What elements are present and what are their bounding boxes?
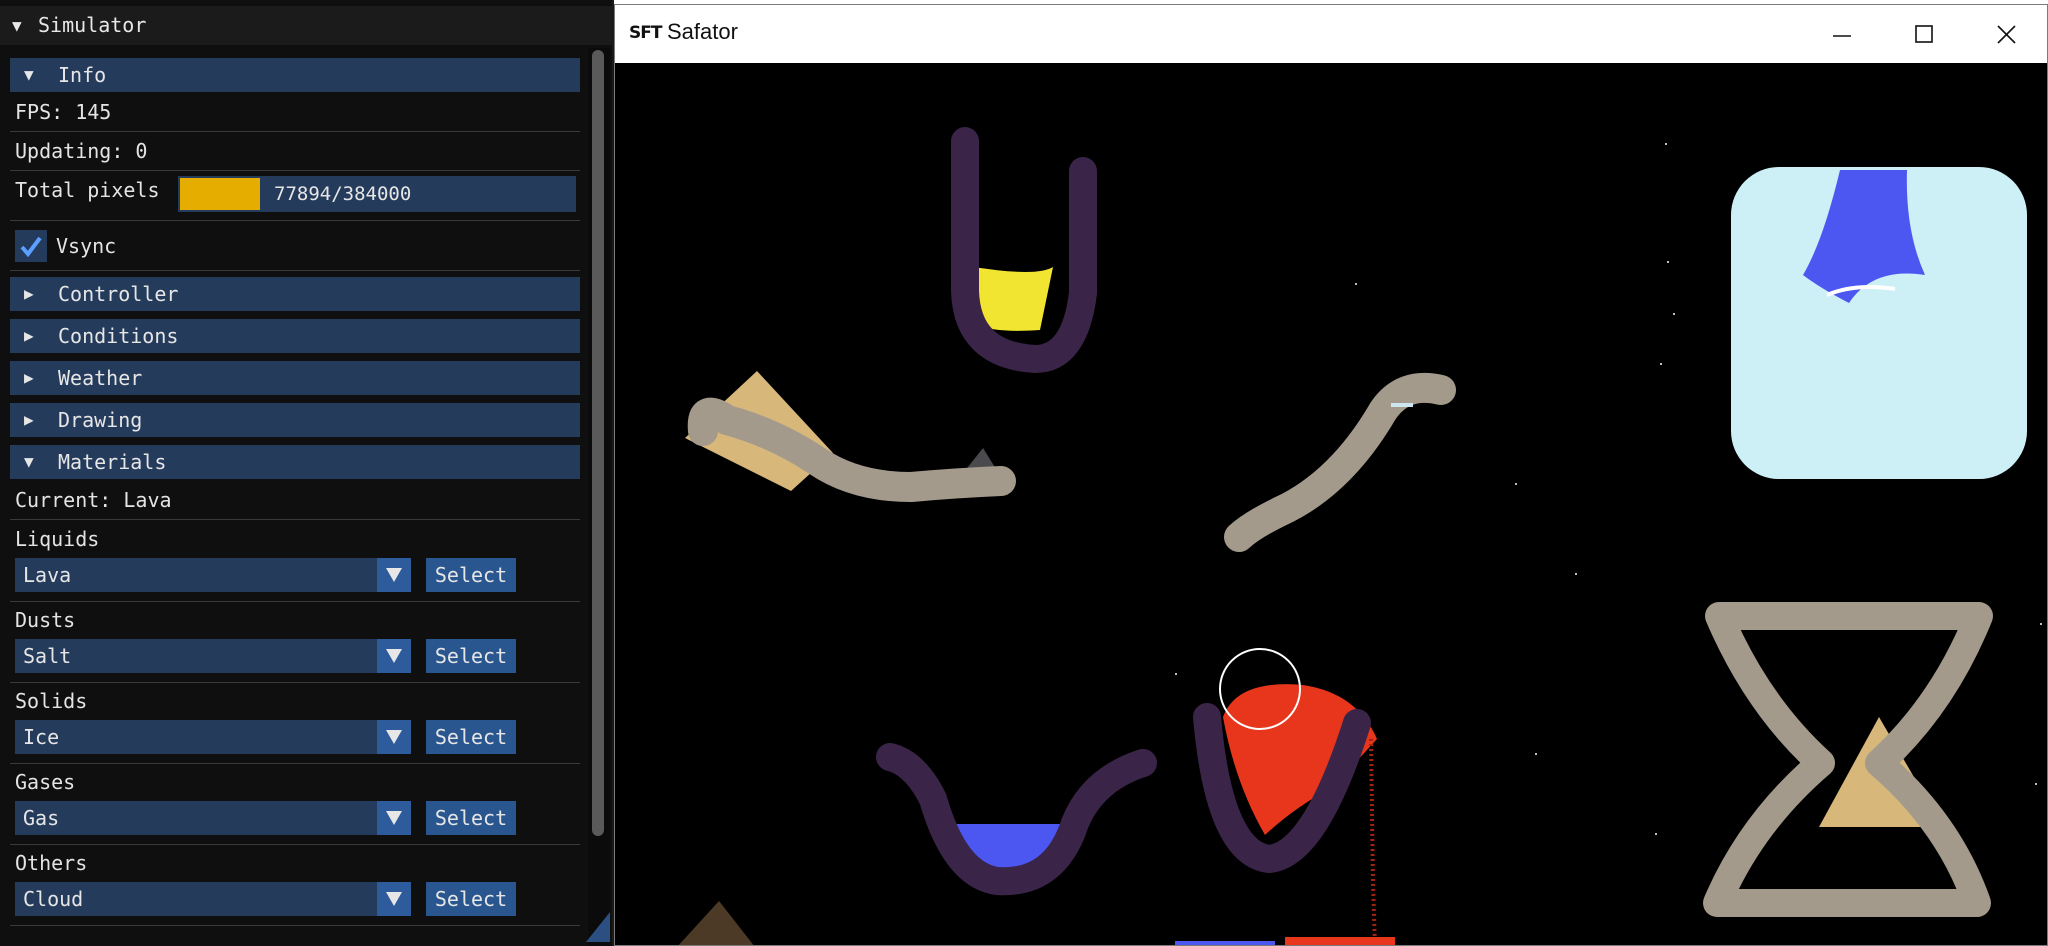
panel-title-bar[interactable]: ▼ Simulator (0, 6, 612, 45)
divider (10, 763, 580, 764)
section-header-label: Drawing (58, 408, 143, 432)
fps-text: FPS: 145 (15, 100, 112, 124)
gases-select-button[interactable]: Select (426, 801, 516, 835)
current-material-text: Current: Lava (15, 488, 172, 512)
dusts-dropdown-value: Salt (23, 644, 72, 668)
section-header-info[interactable]: ▼ Info (10, 58, 580, 92)
section-header-materials[interactable]: ▼ Materials (10, 445, 580, 479)
total-pixels-label: Total pixels (15, 178, 160, 202)
vsync-checkbox[interactable] (15, 230, 47, 262)
ice-speck (1391, 403, 1413, 407)
vsync-label: Vsync (56, 234, 117, 258)
app-logo-icon: SFT (629, 23, 662, 43)
expanded-arrow-icon: ▼ (24, 452, 34, 471)
resize-grip-icon[interactable] (586, 912, 610, 942)
safator-window: SFT Safator (614, 4, 2048, 946)
close-icon (1997, 25, 2016, 44)
divider (10, 844, 580, 845)
progress-fill (180, 178, 260, 210)
divider (10, 170, 580, 171)
others-label: Others (15, 851, 88, 875)
dusts-dropdown[interactable]: Salt (15, 639, 411, 673)
water-floor (1175, 941, 1275, 945)
collapsed-arrow-icon: ▶ (24, 368, 34, 387)
others-dropdown-value: Cloud (23, 887, 84, 911)
divider (10, 519, 580, 520)
maximize-button[interactable] (1883, 5, 1965, 63)
total-pixels-progress: 77894/384000 (178, 176, 576, 212)
dropdown-arrow-icon[interactable] (377, 801, 411, 835)
simulation-canvas[interactable] (615, 63, 2047, 945)
solids-select-button[interactable]: Select (426, 720, 516, 754)
liquids-dropdown-value: Lava (23, 563, 72, 587)
collapse-arrow-icon[interactable]: ▼ (12, 6, 22, 45)
scrollbar-thumb[interactable] (592, 50, 604, 836)
divider (10, 220, 580, 221)
checkmark-icon (20, 236, 42, 258)
section-header-label: Materials (58, 450, 167, 474)
window-title: Safator (667, 19, 738, 44)
divider (10, 270, 580, 271)
dropdown-arrow-icon[interactable] (377, 639, 411, 673)
liquids-dropdown[interactable]: Lava (15, 558, 411, 592)
liquids-label: Liquids (15, 527, 100, 551)
section-header-label: Conditions (58, 324, 179, 348)
minimize-button[interactable] (1801, 5, 1883, 63)
solids-dropdown[interactable]: Ice (15, 720, 411, 754)
dropdown-arrow-icon[interactable] (377, 558, 411, 592)
gases-label: Gases (15, 770, 76, 794)
progress-text: 77894/384000 (274, 183, 412, 205)
dropdown-arrow-icon[interactable] (377, 720, 411, 754)
lava-floor (1285, 937, 1395, 945)
maximize-icon (1915, 25, 1933, 43)
updating-text: Updating: 0 (15, 139, 148, 163)
gases-dropdown-value: Gas (23, 806, 60, 830)
section-header-conditions[interactable]: ▶ Conditions (10, 319, 580, 353)
section-header-label: Info (58, 63, 107, 87)
close-button[interactable] (1965, 5, 2047, 63)
section-header-weather[interactable]: ▶ Weather (10, 361, 580, 395)
dusts-select-button[interactable]: Select (426, 639, 516, 673)
expanded-arrow-icon: ▼ (24, 65, 34, 84)
gases-dropdown[interactable]: Gas (15, 801, 411, 835)
divider (10, 682, 580, 683)
others-select-button[interactable]: Select (426, 882, 516, 916)
others-dropdown[interactable]: Cloud (15, 882, 411, 916)
section-header-controller[interactable]: ▶ Controller (10, 277, 580, 311)
collapsed-arrow-icon: ▶ (24, 284, 34, 303)
liquids-select-button[interactable]: Select (426, 558, 516, 592)
section-header-label: Controller (58, 282, 179, 306)
solids-dropdown-value: Ice (23, 725, 60, 749)
dusts-label: Dusts (15, 608, 76, 632)
divider (10, 131, 580, 132)
section-header-drawing[interactable]: ▶ Drawing (10, 403, 580, 437)
section-header-label: Weather (58, 366, 143, 390)
dropdown-arrow-icon[interactable] (377, 882, 411, 916)
window-title-bar[interactable]: SFT Safator (615, 5, 2047, 63)
divider (10, 601, 580, 602)
divider (10, 925, 580, 926)
minimize-icon (1833, 35, 1851, 37)
panel-title: Simulator (38, 13, 147, 37)
simulator-panel: ▼ Simulator ▼ Info FPS: 145 Updating: 0 … (0, 0, 614, 946)
panel-scrollbar[interactable] (588, 48, 610, 946)
collapsed-arrow-icon: ▶ (24, 326, 34, 345)
collapsed-arrow-icon: ▶ (24, 410, 34, 429)
solids-label: Solids (15, 689, 88, 713)
